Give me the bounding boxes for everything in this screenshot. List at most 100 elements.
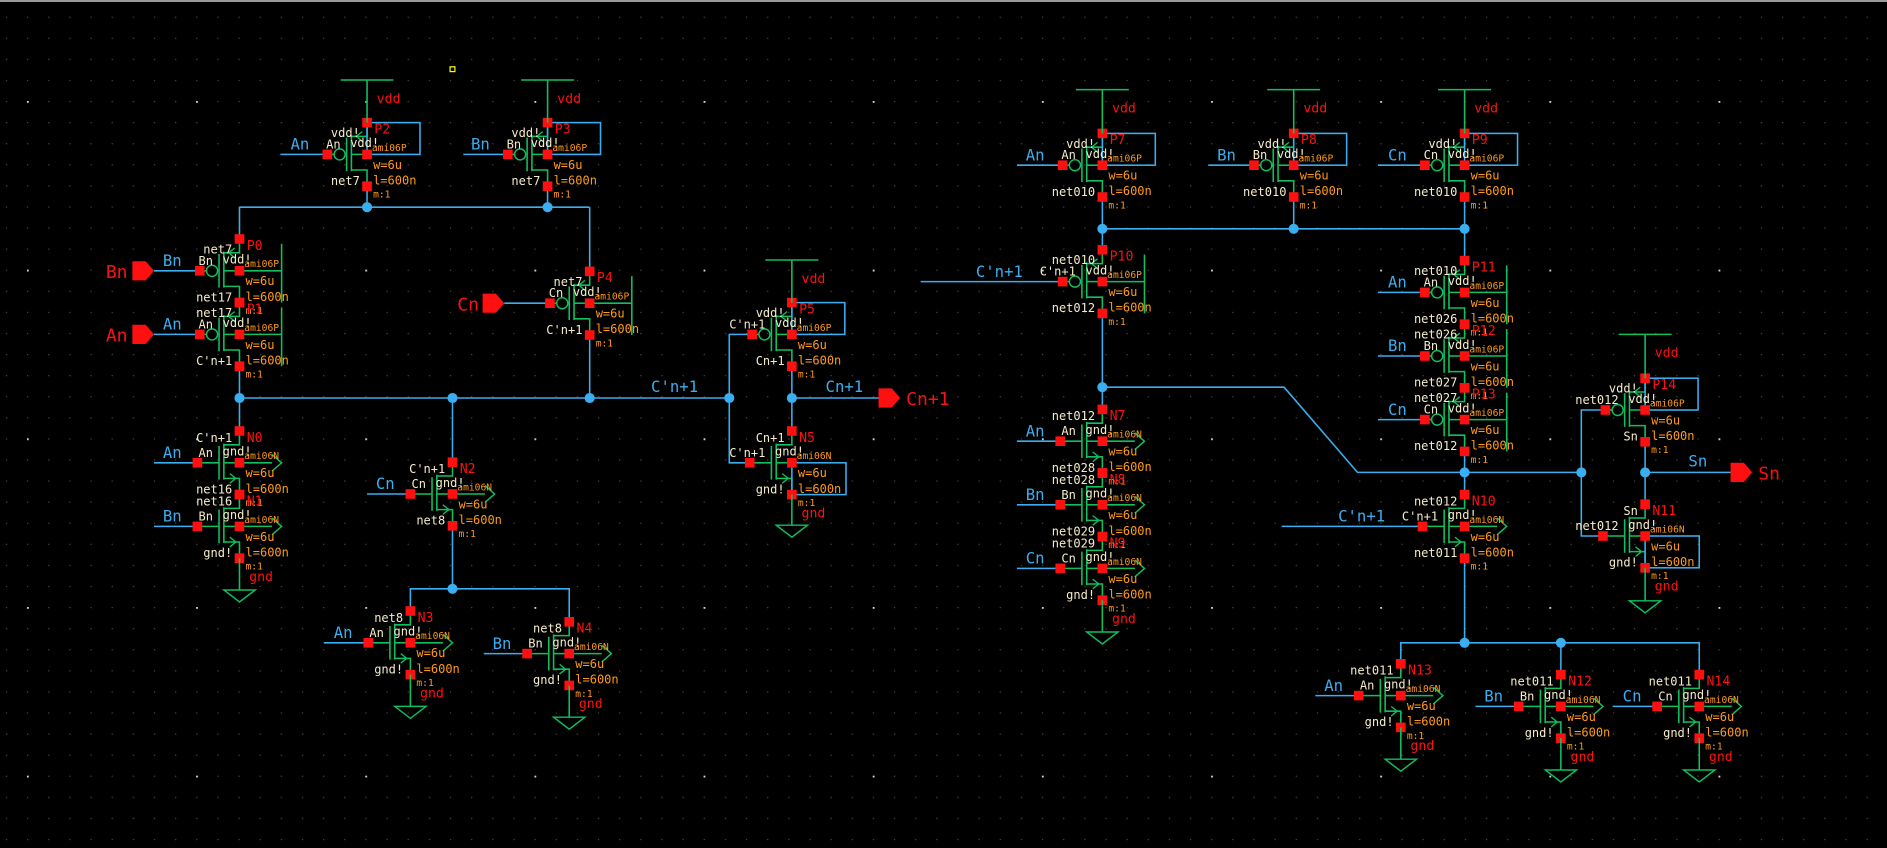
top-terminal[interactable]	[787, 426, 797, 436]
body-terminal[interactable]	[1097, 500, 1108, 510]
bottom-terminal[interactable]	[1097, 192, 1108, 202]
top-terminal[interactable]	[1459, 319, 1470, 329]
bottom-terminal[interactable]	[1459, 192, 1470, 202]
top-terminal[interactable]	[1097, 468, 1108, 478]
top-terminal[interactable]	[1097, 404, 1108, 415]
body-terminal[interactable]	[405, 638, 416, 648]
top-terminal[interactable]	[1694, 669, 1705, 680]
schematic-canvas[interactable]: C'n+1 Cn+1Sn vddP2vdd!An vdd!ami06Pw=6ul=6…	[0, 0, 1887, 848]
bottom-terminal[interactable]	[584, 330, 595, 340]
input-wire-label: An	[1026, 146, 1045, 164]
body-terminal[interactable]	[1097, 563, 1108, 574]
bottom-terminal[interactable]	[1459, 553, 1470, 563]
bottom-terminal[interactable]	[787, 361, 797, 371]
body-terminal[interactable]	[1097, 160, 1108, 170]
bottom-terminal[interactable]	[1459, 446, 1470, 457]
multiplier-param: m:1	[1651, 445, 1669, 456]
top-terminal[interactable]	[584, 266, 595, 277]
bottom-net-label: net7	[511, 174, 540, 188]
bottom-net-label: gnd!	[1663, 726, 1692, 740]
instance-name: N1	[247, 494, 263, 509]
top-terminal[interactable]	[405, 606, 416, 616]
input-wire-label: Bn	[1388, 337, 1407, 355]
body-terminal[interactable]	[234, 521, 245, 532]
multiplier-param: m:1	[1108, 604, 1126, 615]
bottom-net-label: net026	[1414, 312, 1457, 326]
bottom-terminal[interactable]	[234, 361, 245, 371]
body-terminal[interactable]	[1459, 351, 1470, 361]
bottom-net-label: gnd!	[1609, 556, 1638, 570]
model-name: ami06N	[1469, 515, 1504, 526]
model-name: ami06P	[372, 143, 407, 154]
instance-name: N11	[1652, 504, 1676, 519]
top-terminal[interactable]	[1395, 659, 1406, 669]
body-terminal[interactable]	[1640, 405, 1650, 415]
top-terminal[interactable]	[1640, 499, 1650, 509]
body-terminal[interactable]	[447, 489, 458, 499]
body-terminal[interactable]	[1459, 414, 1470, 425]
output-pin-cn1[interactable]: Cn+1	[878, 388, 950, 410]
junction-dot	[1097, 223, 1108, 234]
body-terminal[interactable]	[234, 329, 245, 340]
top-terminal[interactable]	[1459, 489, 1470, 500]
top-terminal[interactable]	[234, 489, 245, 500]
bottom-net-label: net011	[1414, 546, 1457, 560]
instance-name: P11	[1472, 260, 1496, 275]
top-terminal[interactable]	[1459, 255, 1470, 266]
width-param: w=6u	[246, 274, 275, 288]
body-terminal[interactable]	[584, 298, 595, 308]
body-terminal[interactable]	[1459, 160, 1470, 170]
input-wire-label: Bn	[493, 635, 512, 653]
body-terminal[interactable]	[362, 149, 372, 160]
body-terminal[interactable]	[1694, 701, 1705, 712]
bottom-terminal[interactable]	[1097, 308, 1108, 319]
multiplier-param: m:1	[1471, 455, 1489, 466]
bottom-net-label: Sn	[1623, 430, 1637, 444]
net-label-cprime-n1: C'n+1	[651, 378, 698, 396]
instance-name: P0	[247, 239, 263, 254]
body-terminal[interactable]	[1459, 287, 1470, 298]
bottom-terminal[interactable]	[1640, 437, 1650, 447]
gate-net-label: An	[199, 317, 213, 331]
top-terminal[interactable]	[1459, 383, 1470, 393]
body-terminal[interactable]	[542, 149, 553, 160]
top-terminal[interactable]	[234, 426, 245, 436]
width-param: w=6u	[1471, 423, 1500, 437]
body-terminal[interactable]	[234, 266, 245, 276]
bottom-terminal[interactable]	[542, 181, 553, 191]
junction-dot	[1097, 382, 1108, 393]
body-terminal[interactable]	[1556, 701, 1566, 712]
length-param: l=600n	[1471, 439, 1514, 453]
instance-name: N5	[799, 431, 815, 446]
junction-dot	[584, 392, 595, 404]
top-terminal[interactable]	[234, 234, 245, 244]
bottom-net-label: gnd!	[533, 673, 562, 687]
top-terminal[interactable]	[1097, 531, 1108, 542]
body-terminal[interactable]	[1395, 690, 1406, 701]
body-terminal[interactable]	[1097, 436, 1108, 446]
input-wire-label: Bn	[1217, 146, 1236, 164]
bottom-terminal[interactable]	[362, 181, 372, 191]
body-terminal[interactable]	[234, 458, 245, 468]
body-terminal[interactable]	[1288, 160, 1299, 170]
body-terminal[interactable]	[564, 648, 575, 659]
top-terminal[interactable]	[447, 457, 458, 467]
bottom-net-label: C'n+1	[196, 354, 232, 368]
bottom-terminal[interactable]	[1288, 192, 1299, 202]
input-wire-label: Cn	[376, 475, 395, 493]
body-terminal[interactable]	[1459, 521, 1470, 532]
body-terminal[interactable]	[787, 329, 797, 340]
body-terminal[interactable]	[787, 458, 797, 468]
body-terminal[interactable]	[1640, 531, 1650, 541]
top-terminal[interactable]	[1556, 669, 1566, 680]
top-terminal[interactable]	[564, 617, 575, 627]
junction-dot	[1459, 637, 1470, 648]
top-terminal[interactable]	[1097, 245, 1108, 255]
multiplier-param: m:1	[1108, 200, 1126, 211]
body-terminal[interactable]	[1097, 276, 1108, 287]
model-name: ami06N	[1650, 524, 1685, 535]
top-terminal[interactable]	[234, 297, 245, 308]
bottom-terminal[interactable]	[447, 521, 458, 531]
multiplier-param: m:1	[798, 498, 816, 509]
width-param: w=6u	[1651, 413, 1680, 427]
